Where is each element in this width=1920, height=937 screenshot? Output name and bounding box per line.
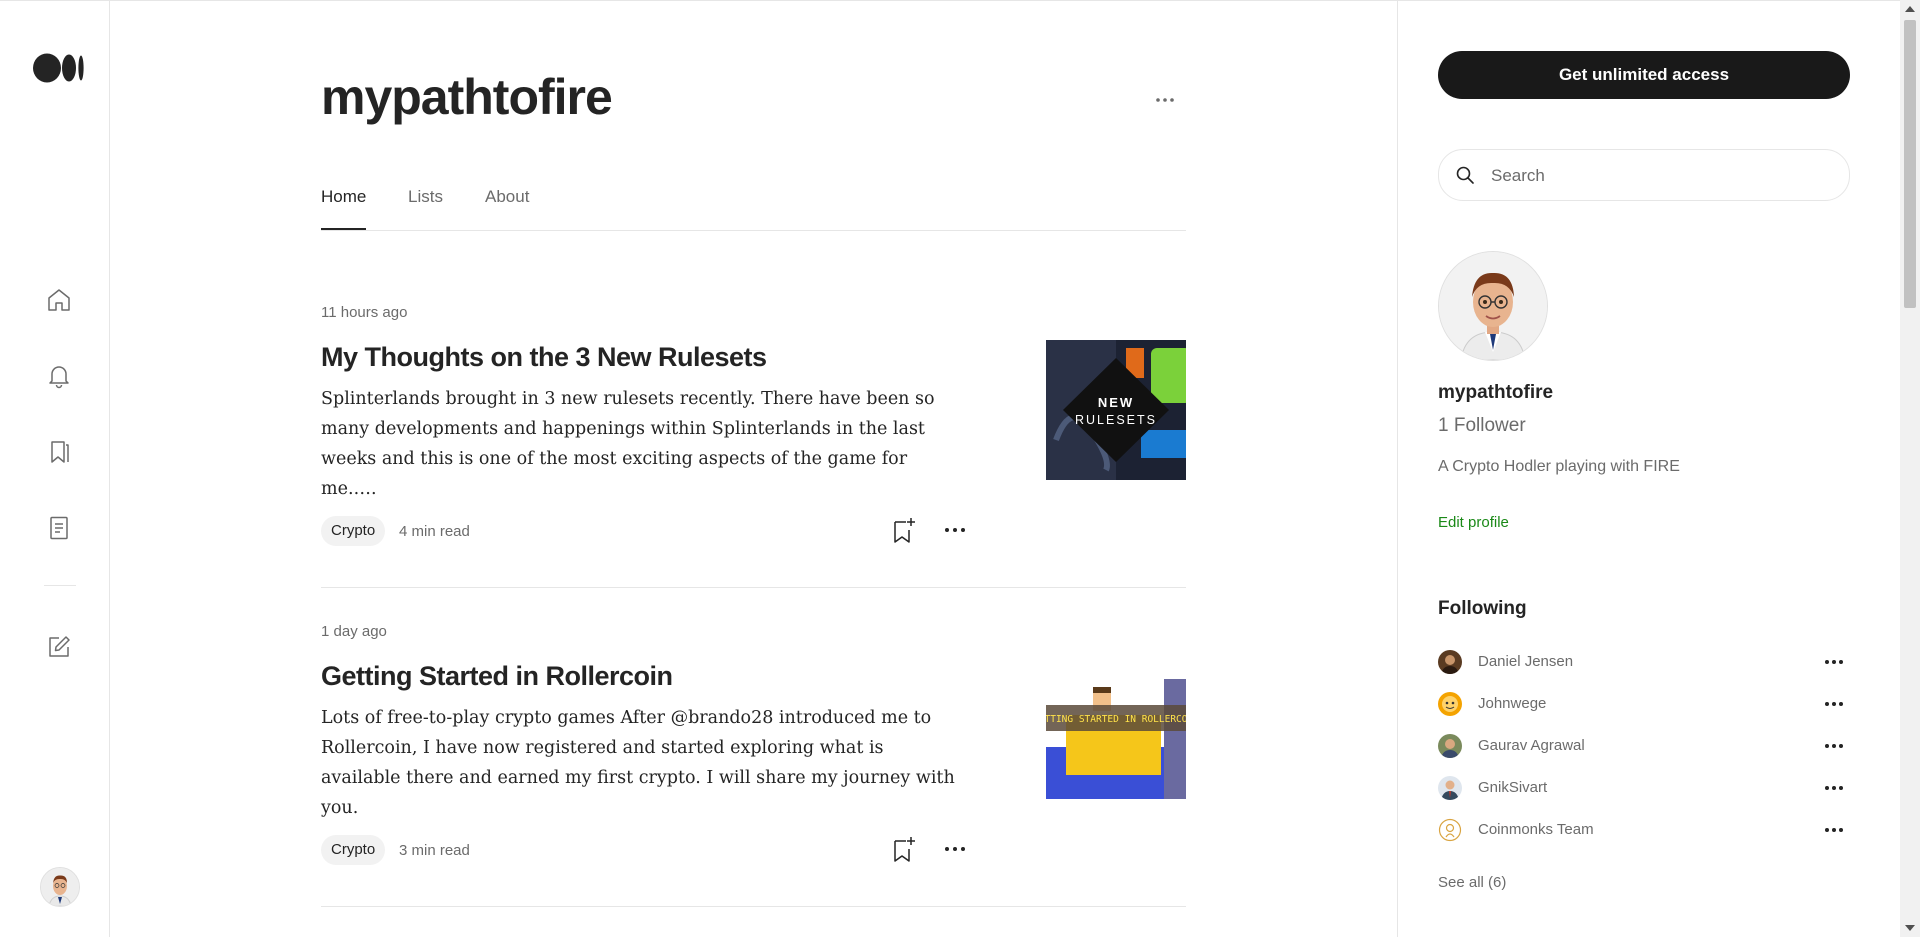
following-avatar[interactable] <box>1438 692 1462 716</box>
tab-lists[interactable]: Lists <box>408 186 443 230</box>
post-title[interactable]: My Thoughts on the 3 New Rulesets <box>321 342 767 373</box>
following-name[interactable]: GnikSivart <box>1478 779 1547 796</box>
see-all-following-link[interactable]: See all (6) <box>1438 874 1506 891</box>
post-card: 11 hours ago My Thoughts on the 3 New Ru… <box>321 231 1186 588</box>
following-item: Coinmonks Team <box>1438 816 1850 844</box>
following-item: Daniel Jensen <box>1438 648 1850 676</box>
post-timestamp: 11 hours ago <box>321 304 408 321</box>
tab-about[interactable]: About <box>485 186 529 230</box>
post-excerpt[interactable]: Splinterlands brought in 3 new rulesets … <box>321 384 961 504</box>
profile-tabs: Home Lists About <box>321 186 1186 231</box>
profile-avatar[interactable] <box>1438 251 1548 361</box>
rail-divider <box>44 585 76 586</box>
page-title: mypathtofire <box>321 69 613 125</box>
following-heading: Following <box>1438 598 1527 619</box>
post-more-icon[interactable] <box>941 516 969 544</box>
following-name[interactable]: Johnwege <box>1478 695 1546 712</box>
post-timestamp: 1 day ago <box>321 623 387 640</box>
search-input[interactable] <box>1489 162 1833 190</box>
notifications-bell-icon[interactable] <box>45 362 73 390</box>
home-icon[interactable] <box>45 286 73 314</box>
post-excerpt[interactable]: Lots of free-to-play crypto games After … <box>321 703 961 823</box>
thumb-text-rollercoin: GETTING STARTED IN ROLLERCOIN <box>1046 714 1186 725</box>
write-icon[interactable] <box>45 633 73 661</box>
bookmark-add-icon[interactable] <box>892 516 916 544</box>
follower-count[interactable]: 1 Follower <box>1438 415 1526 437</box>
post-title[interactable]: Getting Started in Rollercoin <box>321 661 673 692</box>
edit-profile-link[interactable]: Edit profile <box>1438 514 1509 531</box>
more-horizontal-icon[interactable] <box>1822 734 1846 758</box>
stories-document-icon[interactable] <box>45 514 73 542</box>
scrollbar-thumb[interactable] <box>1904 20 1916 308</box>
more-horizontal-icon[interactable] <box>1153 88 1177 112</box>
more-horizontal-icon[interactable] <box>1822 650 1846 674</box>
more-horizontal-icon[interactable] <box>1822 818 1846 842</box>
library-bookmark-icon[interactable] <box>45 438 73 466</box>
tab-home[interactable]: Home <box>321 186 367 230</box>
vertical-scrollbar[interactable] <box>1900 0 1920 937</box>
post-more-icon[interactable] <box>941 835 969 863</box>
post-thumbnail[interactable]: NEW RULESETS <box>1046 340 1186 480</box>
following-name[interactable]: Coinmonks Team <box>1478 821 1594 838</box>
profile-bio: A Crypto Hodler playing with FIRE <box>1438 458 1680 475</box>
following-name[interactable]: Gaurav Agrawal <box>1478 737 1585 754</box>
scroll-down-arrow-icon[interactable] <box>1905 925 1915 931</box>
search-box[interactable] <box>1438 149 1850 201</box>
following-avatar[interactable] <box>1438 776 1462 800</box>
left-rail <box>0 0 110 937</box>
read-time: 3 min read <box>399 842 470 859</box>
bookmark-add-icon[interactable] <box>892 835 916 863</box>
following-avatar[interactable] <box>1438 818 1462 842</box>
following-item: GnikSivart <box>1438 774 1850 802</box>
thumb-text-rulesets: RULESETS <box>1075 413 1157 427</box>
post-card: 1 day ago Getting Started in Rollercoin … <box>321 587 1186 907</box>
following-avatar[interactable] <box>1438 734 1462 758</box>
read-time: 4 min read <box>399 523 470 540</box>
tag-chip[interactable]: Crypto <box>321 516 386 546</box>
medium-logo-icon[interactable] <box>33 53 85 83</box>
tag-chip[interactable]: Crypto <box>321 835 386 865</box>
following-item: Johnwege <box>1438 690 1850 718</box>
more-horizontal-icon[interactable] <box>1822 776 1846 800</box>
more-horizontal-icon[interactable] <box>1822 692 1846 716</box>
search-icon <box>1456 166 1474 184</box>
scroll-up-arrow-icon[interactable] <box>1905 6 1915 12</box>
right-sidebar: Get unlimited access mypathtofire 1 Foll… <box>1397 0 1901 937</box>
following-avatar[interactable] <box>1438 650 1462 674</box>
following-name[interactable]: Daniel Jensen <box>1478 653 1573 670</box>
profile-name: mypathtofire <box>1438 382 1554 403</box>
user-avatar[interactable] <box>40 867 80 907</box>
get-unlimited-access-button[interactable]: Get unlimited access <box>1438 51 1850 99</box>
post-thumbnail[interactable]: GETTING STARTED IN ROLLERCOIN <box>1046 675 1186 799</box>
thumb-text-new: NEW <box>1098 395 1134 410</box>
following-item: Gaurav Agrawal <box>1438 732 1850 760</box>
